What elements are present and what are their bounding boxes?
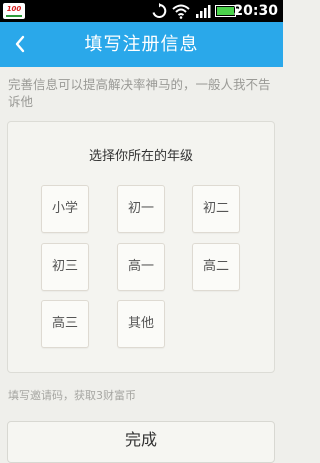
grade-option[interactable]: 高一 [117,243,165,291]
invite-code-link[interactable]: 填写邀请码，获取3财富币 [8,389,136,403]
grade-option[interactable]: 初二 [192,185,240,233]
grade-option[interactable]: 高二 [192,243,240,291]
status-time: 20:30 [233,3,278,19]
intro-text: 完善信息可以提高解决率神马的，一般人我不告诉他 [8,77,271,109]
finish-button[interactable]: 完成 [7,421,275,463]
page-title: 填写注册信息 [84,34,199,55]
app-logo: 100 [3,3,25,19]
grade-option[interactable]: 小学 [41,185,89,233]
sync-icon [152,3,167,18]
chevron-left-icon [15,35,25,53]
grade-option[interactable]: 其他 [117,300,165,348]
wifi-icon [172,4,190,19]
grade-option[interactable]: 初三 [41,243,89,291]
grade-option[interactable]: 高三 [41,300,89,348]
app-header: 填写注册信息 [0,22,283,67]
grade-card-title: 选择你所在的年级 [88,149,193,164]
status-bar: 100 20:30 [0,0,283,22]
back-button[interactable] [8,28,36,60]
grade-option[interactable]: 初一 [117,185,165,233]
grade-card: 选择你所在的年级 小学 初一 初二 初三 高一 高二 高三 其他 [7,121,275,373]
signal-icon [196,5,211,18]
